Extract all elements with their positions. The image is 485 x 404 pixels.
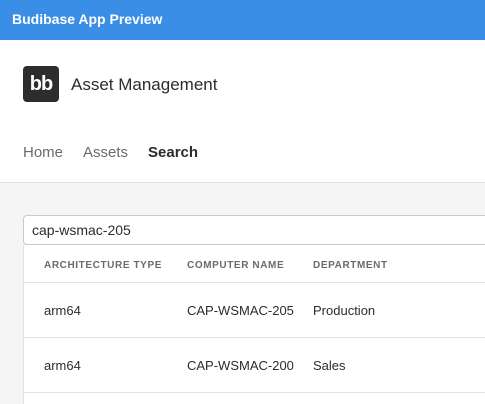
nav-item-home[interactable]: Home — [23, 144, 63, 162]
nav-item-search[interactable]: Search — [148, 144, 198, 162]
table-header: ARCHITECTURE TYPE COMPUTER NAME DEPARTME… — [24, 245, 485, 283]
app-header: bb Asset Management Home Assets Search — [0, 40, 485, 183]
cell-architecture-type: arm64 — [44, 303, 81, 318]
table-row[interactable]: arm64 CAP-WSMAC-205 Production — [24, 283, 485, 338]
window-titlebar: Budibase App Preview — [0, 0, 485, 40]
cell-department: Production — [313, 303, 376, 318]
cell-computer-name: CAP-WSMAC-205 — [187, 303, 294, 318]
app-title: Asset Management — [71, 75, 218, 94]
column-header-computer-name[interactable]: COMPUTER NAME — [187, 260, 284, 271]
results-table: ARCHITECTURE TYPE COMPUTER NAME DEPARTME… — [23, 245, 485, 404]
column-header-architecture-type[interactable]: ARCHITECTURE TYPE — [44, 260, 162, 271]
column-header-department[interactable]: DEPARTMENT — [313, 260, 388, 271]
budibase-logo-icon: bb — [23, 66, 59, 102]
search-input[interactable] — [23, 215, 485, 245]
window-title: Budibase App Preview — [12, 11, 163, 27]
cell-computer-name: CAP-WSMAC-200 — [187, 358, 294, 373]
top-navigation: Home Assets Search — [23, 144, 198, 162]
cell-department: Sales — [313, 358, 346, 373]
nav-item-assets[interactable]: Assets — [83, 144, 128, 162]
cell-architecture-type: arm64 — [44, 358, 81, 373]
table-row[interactable]: arm64 CAP-WSMAC-200 Sales — [24, 338, 485, 393]
